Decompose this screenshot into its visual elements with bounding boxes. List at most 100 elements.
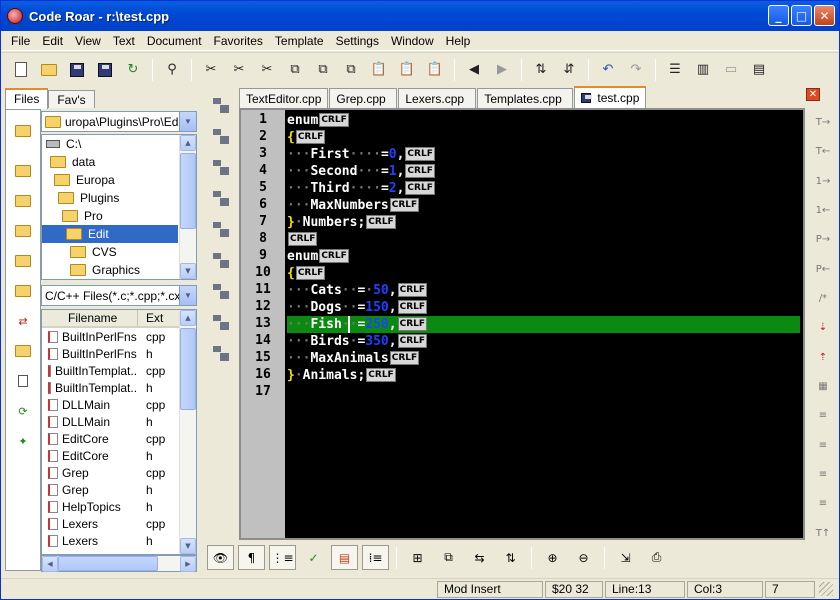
code-line[interactable]: ···Dogs··=150, CRLF: [287, 299, 428, 316]
file-list-scrollbar[interactable]: ▲ ▼: [179, 310, 196, 554]
file-row[interactable]: Grep h: [42, 481, 196, 498]
template-2-icon[interactable]: [211, 127, 231, 147]
template-9-icon[interactable]: [211, 344, 231, 364]
paste-icon[interactable]: 📋: [367, 58, 391, 82]
code-line[interactable]: }·Animals; CRLF: [287, 367, 396, 384]
code-line[interactable]: ···MaxNumbers CRLF: [287, 197, 420, 214]
maximize-button[interactable]: □: [791, 5, 812, 26]
template-1-icon[interactable]: [211, 96, 231, 116]
scroll-thumb[interactable]: [180, 153, 196, 229]
tree-item[interactable]: CVS: [42, 243, 196, 261]
close-button[interactable]: ✕: [814, 5, 835, 26]
menu-window[interactable]: Window: [385, 34, 440, 48]
justify-icon[interactable]: ≡: [813, 494, 833, 513]
code-line[interactable]: {CRLF: [287, 129, 326, 146]
text-top-icon[interactable]: T↑: [813, 524, 833, 543]
file-row[interactable]: EditCore h: [42, 447, 196, 464]
file-row[interactable]: DLLMain cpp: [42, 396, 196, 413]
file-row[interactable]: BuiltInPerlFns h: [42, 345, 196, 362]
cut-icon[interactable]: ✂: [199, 58, 223, 82]
file-row[interactable]: HelpTopics h: [42, 498, 196, 515]
align-left-icon[interactable]: ≡: [813, 406, 833, 425]
code-line[interactable]: ···Cats··=·50, CRLF: [287, 282, 428, 299]
scroll-down-icon[interactable]: ▼: [180, 538, 196, 554]
reload-icon[interactable]: ↻: [121, 58, 145, 82]
code-line[interactable]: ···MaxAnimals CRLF: [287, 350, 420, 367]
unfold-all-icon[interactable]: ⇅: [497, 545, 524, 570]
sort-down-icon[interactable]: ⇣: [813, 318, 833, 337]
panel-splitter[interactable]: [199, 88, 203, 572]
column-filename[interactable]: Filename: [42, 310, 138, 326]
file-row[interactable]: Grep cpp: [42, 464, 196, 481]
file-row[interactable]: Lexers h: [42, 532, 196, 549]
cut-2-icon[interactable]: ✂: [227, 58, 251, 82]
align-center-icon[interactable]: ≡: [813, 436, 833, 455]
code-line[interactable]: CRLF: [287, 231, 318, 248]
paste-3-icon[interactable]: 📋: [423, 58, 447, 82]
indent-left-icon[interactable]: T←: [813, 142, 833, 161]
undo-icon[interactable]: ↶: [596, 58, 620, 82]
folder-3-icon[interactable]: [12, 250, 34, 272]
spellcheck-icon[interactable]: ✓: [300, 545, 327, 570]
print-icon[interactable]: ⎙: [643, 545, 670, 570]
file-row[interactable]: Lexers cpp: [42, 515, 196, 532]
template-8-icon[interactable]: [211, 313, 231, 333]
file-row[interactable]: EditCore cpp: [42, 430, 196, 447]
save-icon[interactable]: [65, 58, 89, 82]
column-marker-icon[interactable]: ⁞≡: [362, 545, 389, 570]
copy-3-icon[interactable]: ⧉: [339, 58, 363, 82]
tree-item[interactable]: Edit: [42, 225, 178, 243]
new-folder-icon[interactable]: [12, 340, 34, 362]
code-line[interactable]: ···First····=0, CRLF: [287, 146, 435, 163]
sort-up-icon[interactable]: ⇡: [813, 348, 833, 367]
chevron-down-icon[interactable]: ▼: [179, 112, 196, 131]
code-line[interactable]: ···Birds·=350, CRLF: [287, 333, 428, 350]
tree-item[interactable]: data: [42, 153, 196, 171]
highlight-line-icon[interactable]: ▤: [331, 545, 358, 570]
menu-file[interactable]: File: [5, 34, 36, 48]
menu-edit[interactable]: Edit: [36, 34, 69, 48]
menu-favorites[interactable]: Favorites: [208, 34, 269, 48]
folder-2-icon[interactable]: [12, 220, 34, 242]
folder-4-icon[interactable]: [12, 280, 34, 302]
close-tab-icon[interactable]: ✕: [806, 88, 820, 101]
redo-icon[interactable]: ↷: [624, 58, 648, 82]
align-right-icon[interactable]: ≡: [813, 465, 833, 484]
block-icon[interactable]: ▦: [813, 377, 833, 396]
template-4-icon[interactable]: [211, 189, 231, 209]
column-ext[interactable]: Ext: [138, 310, 180, 326]
save-all-icon[interactable]: [93, 58, 117, 82]
menu-view[interactable]: View: [69, 34, 107, 48]
tree-item[interactable]: Europa: [42, 171, 196, 189]
file-row[interactable]: BuiltInTemplat... cpp: [42, 362, 196, 379]
code-line[interactable]: enum CRLF: [287, 248, 349, 265]
collapse-icon[interactable]: ⧉: [435, 545, 462, 570]
folder-1-icon[interactable]: [12, 190, 34, 212]
tab-grep-cpp[interactable]: Grep.cpp: [329, 88, 398, 108]
code-line[interactable]: ···Fish··=250,CRLF: [287, 316, 800, 333]
title-bar[interactable]: Code Roar - r:\test.cpp _ □ ✕: [1, 1, 839, 31]
forward-arrow-icon[interactable]: ▶: [490, 58, 514, 82]
tab-right-icon[interactable]: 1→: [813, 172, 833, 191]
p-right-icon[interactable]: P→: [813, 230, 833, 249]
show-whitespace-icon[interactable]: ¶: [238, 545, 265, 570]
chevron-down-icon[interactable]: ▼: [179, 286, 196, 305]
p-left-icon[interactable]: P←: [813, 260, 833, 279]
copy-icon[interactable]: ⧉: [283, 58, 307, 82]
minimize-button[interactable]: _: [768, 5, 789, 26]
menu-settings[interactable]: Settings: [330, 34, 385, 48]
tree-item[interactable]: Pro: [42, 207, 196, 225]
path-combobox[interactable]: uropa\Plugins\Pro\Edit ▼: [41, 111, 197, 132]
tab-left-icon[interactable]: 1←: [813, 201, 833, 220]
code-line[interactable]: {CRLF: [287, 265, 326, 282]
tab-templates-cpp[interactable]: Templates.cpp: [477, 88, 574, 108]
file-filter-combobox[interactable]: C/C++ Files(*.c;*.cpp;*.cxx;* ▼: [41, 285, 197, 306]
folder-up-icon[interactable]: [12, 160, 34, 182]
menu-help[interactable]: Help: [440, 34, 477, 48]
tab-lexers-cpp[interactable]: Lexers.cpp: [398, 88, 477, 108]
menu-text[interactable]: Text: [107, 34, 141, 48]
document-view-icon[interactable]: ☰: [663, 58, 687, 82]
tab-files[interactable]: Files: [5, 88, 49, 109]
tree-scrollbar[interactable]: ▲ ▼: [179, 135, 196, 279]
scroll-up-icon[interactable]: ▲: [180, 135, 196, 151]
